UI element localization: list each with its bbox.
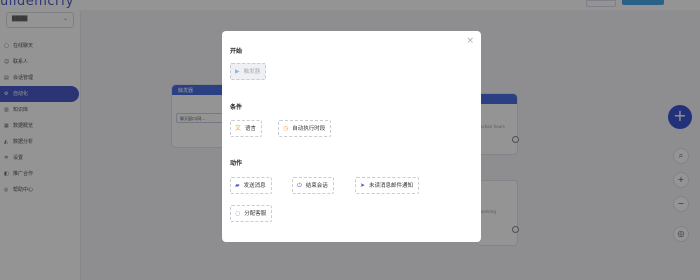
option-end-session[interactable]: ⏻ 结束会话 — [292, 177, 334, 194]
assign-icon: ◌ — [235, 210, 241, 217]
option-label: 分配客服 — [244, 211, 267, 217]
option-assign-agent[interactable]: ◌ 分配客服 — [230, 205, 273, 222]
option-label: 结束会话 — [305, 183, 328, 189]
section-title-start: 开始 — [230, 48, 243, 55]
section-title-condition: 条件 — [230, 104, 243, 111]
option-language[interactable]: 文语言 — [230, 120, 263, 137]
clock-icon: ◷ — [283, 125, 289, 132]
add-step-modal: × 开始 ▶ 触发器 条件 文语言 ◷ 自动执行时段 动作 ▰ 发送消息 ⏻ 结束会话 … — [222, 31, 481, 242]
language-icon: 文 — [235, 125, 242, 132]
option-schedule[interactable]: ◷ 自动执行时段 — [278, 120, 332, 137]
send-icon: ➤ — [360, 182, 366, 189]
option-label: 自动执行时段 — [292, 126, 326, 132]
option-send-message[interactable]: ▰ 发送消息 — [230, 177, 272, 194]
power-icon: ⏻ — [297, 182, 302, 189]
option-label: 发送消息 — [243, 183, 266, 189]
option-label: 语言 — [245, 126, 257, 132]
option-trigger[interactable]: ▶ 触发器 — [230, 63, 267, 80]
close-icon[interactable]: × — [466, 36, 474, 46]
option-unread-email[interactable]: ➤ 未读消息邮件通知 — [355, 177, 420, 194]
message-icon: ▰ — [235, 182, 240, 189]
play-icon: ▶ — [235, 68, 240, 75]
option-label: 触发器 — [243, 69, 261, 75]
option-label: 未读消息邮件通知 — [369, 183, 414, 189]
section-title-action: 动作 — [230, 160, 243, 167]
